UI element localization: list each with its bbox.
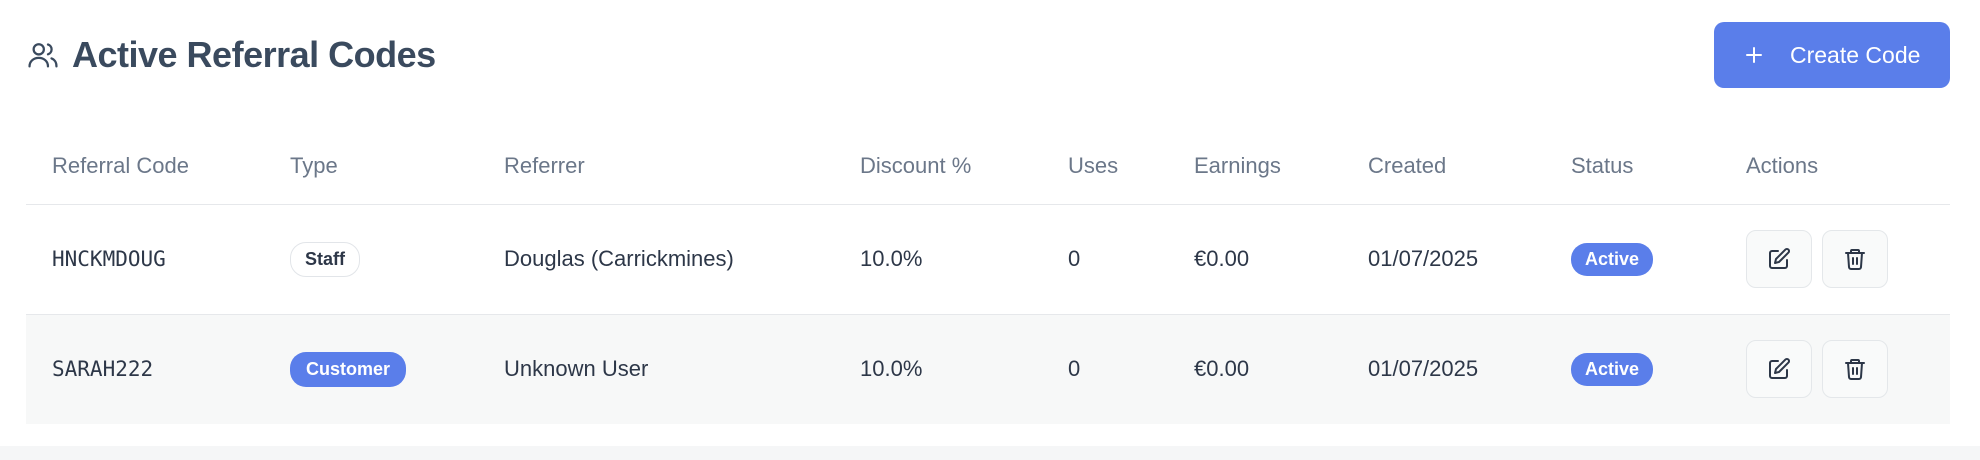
type-badge: Customer [290, 351, 407, 387]
column-header-referrer[interactable]: Referrer [478, 128, 834, 205]
create-code-button[interactable]: Create Code [1714, 22, 1950, 88]
created-date: 01/07/2025 [1368, 356, 1479, 382]
discount-value: 10.0% [860, 246, 923, 271]
referral-codes-table: Referral Code Type Referrer Discount % U… [26, 128, 1950, 424]
referral-code: SARAH222 [52, 357, 154, 382]
delete-button[interactable] [1822, 230, 1888, 288]
plus-icon [1746, 47, 1762, 63]
table-row: SARAH222 Customer Unknown User 10.0% 0 €… [26, 314, 1950, 424]
column-header-earnings[interactable]: Earnings [1168, 128, 1342, 205]
created-date: 01/07/2025 [1368, 246, 1479, 271]
status-badge: Active [1571, 352, 1654, 386]
edit-button[interactable] [1746, 340, 1812, 399]
trash-icon [1845, 359, 1865, 381]
referral-codes-card: Active Referral Codes Create Code Referr… [0, 0, 1980, 446]
status-badge: Active [1571, 242, 1654, 276]
referral-code: HNCKMDOUG [52, 247, 166, 271]
earnings-value: €0.00 [1194, 246, 1250, 271]
table-row: HNCKMDOUG Staff Douglas (Carrickmines) 1… [26, 204, 1950, 315]
edit-icon [1769, 358, 1790, 380]
create-code-label: Create Code [1790, 41, 1921, 68]
card-header: Active Referral Codes Create Code [26, 22, 1950, 88]
discount-value: 10.0% [860, 356, 923, 382]
referrer-name: Unknown User [504, 356, 649, 382]
column-header-type[interactable]: Type [264, 128, 478, 205]
edit-icon [1769, 248, 1790, 269]
earnings-value: €0.00 [1194, 356, 1250, 382]
table-header-row: Referral Code Type Referrer Discount % U… [26, 128, 1950, 205]
type-badge: Staff [290, 241, 360, 277]
edit-button[interactable] [1746, 230, 1812, 288]
column-header-referral-code[interactable]: Referral Code [26, 128, 264, 205]
column-header-uses[interactable]: Uses [1042, 128, 1168, 205]
delete-button[interactable] [1822, 340, 1888, 399]
column-header-status[interactable]: Status [1545, 128, 1720, 205]
column-header-created[interactable]: Created [1342, 128, 1545, 205]
uses-count: 0 [1068, 356, 1081, 382]
uses-count: 0 [1068, 246, 1081, 271]
trash-icon [1845, 249, 1865, 270]
users-icon [26, 38, 60, 72]
column-header-actions: Actions [1720, 128, 1950, 205]
page-title: Active Referral Codes [72, 34, 436, 75]
referrer-name: Douglas (Carrickmines) [504, 246, 734, 271]
column-header-discount[interactable]: Discount % [834, 128, 1042, 205]
